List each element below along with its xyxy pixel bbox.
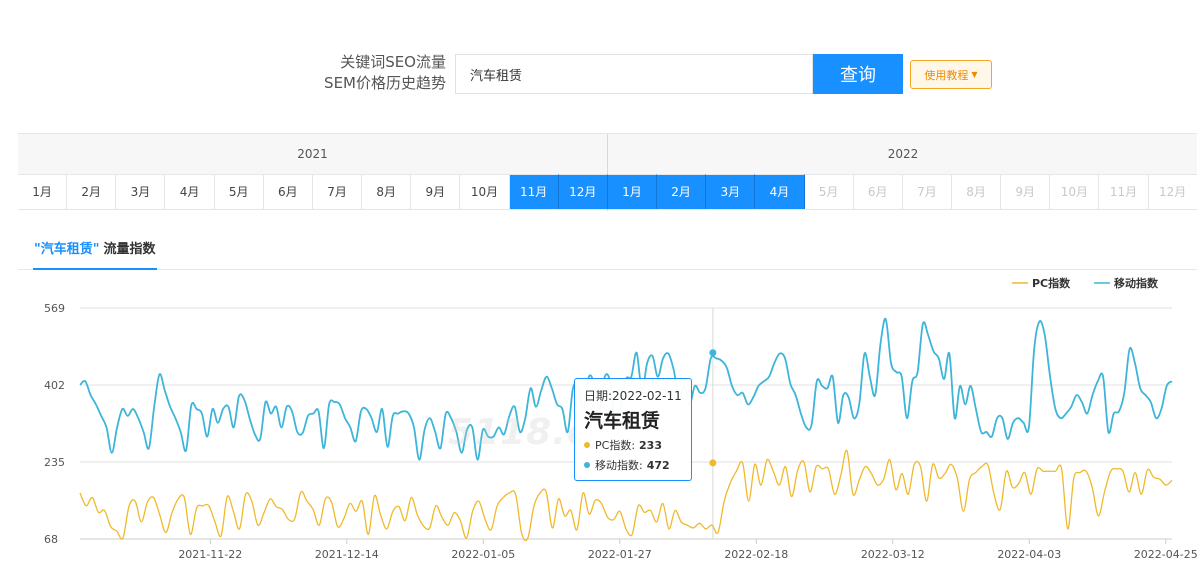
search-input[interactable]: [455, 54, 813, 94]
month-cell-2021-3[interactable]: 3月: [116, 174, 166, 209]
month-row: 1月 2月 3月 4月 5月 6月 7月 8月 9月 10月 11月 12月 1月 2月 3月 4月 5月 6月 7…: [18, 174, 1197, 210]
y-tick-label: 402: [44, 379, 65, 392]
month-cell-2021-5[interactable]: 5月: [214, 174, 264, 209]
month-cell-2022-4[interactable]: 4月: [755, 174, 805, 209]
tutorial-button[interactable]: 使用教程 ▼: [910, 60, 992, 89]
x-tick-label: 2022-03-12: [861, 548, 925, 561]
highlight-point-pc: [709, 459, 717, 467]
pc-dot-icon: [584, 442, 590, 448]
tooltip-mobile-label: 移动指数:: [595, 459, 643, 472]
mobile-dot-icon: [584, 462, 590, 468]
tab-traffic-index[interactable]: "汽车租赁" 流量指数: [33, 238, 157, 270]
month-cell-2021-6[interactable]: 6月: [263, 174, 313, 209]
search-label: 关键词SEO流量 SEM价格历史趋势: [300, 52, 446, 94]
x-tick-label: 2022-04-03: [997, 548, 1061, 561]
month-cell-2021-11[interactable]: 11月: [509, 174, 559, 209]
x-tick-label: 2022-02-18: [724, 548, 788, 561]
tooltip-mobile-value: 472: [646, 458, 670, 472]
month-cell-2022-11: 11月: [1099, 174, 1149, 209]
tooltip-mobile-row: 移动指数: 472: [584, 457, 691, 473]
search-button[interactable]: 查询: [813, 54, 903, 94]
y-tick-label: 569: [44, 302, 65, 315]
month-cell-2022-5: 5月: [804, 174, 854, 209]
tooltip-keyword: 汽车租赁: [584, 410, 661, 432]
month-cell-2021-10[interactable]: 10月: [460, 174, 510, 209]
y-tick-label: 68: [44, 533, 58, 546]
month-cell-2022-8: 8月: [951, 174, 1002, 209]
legend-label-mobile: 移动指数: [1114, 276, 1159, 290]
y-tick-label: 235: [44, 456, 65, 469]
tutorial-label: 使用教程: [924, 68, 969, 82]
tooltip-date: 日期:2022-02-11: [584, 389, 682, 403]
month-cell-2021-12[interactable]: 12月: [558, 174, 608, 209]
month-cell-2021-7[interactable]: 7月: [312, 174, 363, 209]
month-cell-2022-2[interactable]: 2月: [657, 174, 707, 209]
caret-down-icon: ▼: [971, 70, 978, 79]
tab-keyword: "汽车租赁": [34, 242, 100, 257]
x-tick-label: 2022-04-25: [1134, 548, 1197, 561]
year-label-2021: 2021: [297, 147, 328, 161]
year-label-2022: 2022: [887, 147, 919, 161]
tooltip-pc-label: PC指数:: [595, 439, 636, 452]
month-cell-2022-3[interactable]: 3月: [706, 174, 756, 209]
search-label-line1: 关键词SEO流量: [340, 53, 446, 71]
highlight-point-mobile: [709, 349, 717, 357]
month-cell-2021-9[interactable]: 9月: [411, 174, 461, 209]
month-cell-2022-1[interactable]: 1月: [607, 174, 658, 209]
x-tick-label: 2021-12-14: [315, 548, 379, 561]
month-cell-2021-4[interactable]: 4月: [165, 174, 215, 209]
month-picker: 2021 2022 1月 2月 3月 4月 5月 6月 7月 8月 9月 10月 11月 12月 1月 2…: [18, 133, 1197, 211]
month-cell-2021-8[interactable]: 8月: [362, 174, 412, 209]
tab-bar: "汽车租赁" 流量指数: [18, 232, 1197, 270]
month-cell-2021-2[interactable]: 2月: [67, 174, 117, 209]
month-cell-2022-7: 7月: [902, 174, 952, 209]
month-cell-2022-12: 12月: [1148, 174, 1197, 209]
legend-label-pc: PC指数: [1032, 276, 1071, 290]
month-cell-2022-10: 10月: [1050, 174, 1100, 209]
x-tick-label: 2021-11-22: [178, 548, 242, 561]
month-cell-2022-6: 6月: [853, 174, 903, 209]
x-tick-label: 2022-01-05: [451, 548, 515, 561]
tab-suffix: 流量指数: [103, 242, 156, 257]
tooltip-pc-value: 233: [639, 438, 662, 452]
tooltip-pc-row: PC指数: 233: [584, 437, 691, 453]
search-label-line2: SEM价格历史趋势: [324, 74, 446, 92]
x-tick-label: 2022-01-27: [588, 548, 652, 561]
chart-tooltip: 日期:2022-02-11 汽车租赁 PC指数: 233 移动指数: 472: [574, 378, 692, 481]
month-cell-2022-9: 9月: [1001, 174, 1051, 209]
month-cell-2021-1[interactable]: 1月: [18, 174, 68, 209]
